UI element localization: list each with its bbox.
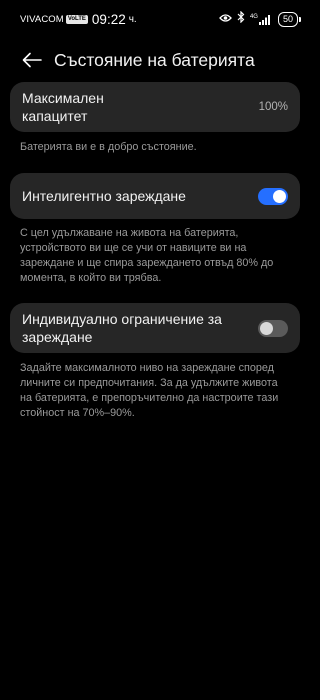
clock-suffix: ч. — [128, 13, 137, 25]
capacity-description: Батерията ви е в добро състояние. — [20, 141, 197, 153]
smart-charging-description: С цел удължаване на живота на батерията,… — [20, 227, 274, 284]
custom-limit-toggle[interactable] — [258, 319, 288, 337]
network-type-label: 4G — [249, 13, 258, 20]
signal-icon: 4G — [250, 14, 271, 25]
custom-limit-row[interactable]: Индивидуално ограничение за зареждане — [10, 303, 300, 353]
status-icons: 4G 50 — [219, 10, 302, 28]
eye-comfort-icon — [219, 10, 232, 28]
volte-badge: VoLTE — [65, 14, 88, 24]
capacity-label: Максимален капацитет — [22, 90, 104, 124]
custom-limit-label: Индивидуално ограничение за зареждане — [22, 311, 222, 345]
smart-charging-toggle[interactable] — [258, 187, 288, 205]
smart-charging-label: Интелигентно зареждане — [22, 188, 186, 204]
custom-limit-description: Задайте максималното ниво на зареждане с… — [20, 362, 279, 419]
back-button[interactable] — [18, 46, 46, 74]
page-header: Състояние на батерията — [0, 38, 310, 82]
smart-charging-row[interactable]: Интелигентно зареждане — [10, 173, 300, 219]
page-title: Състояние на батерията — [54, 49, 255, 70]
carrier-name: VIVACOM — [20, 13, 64, 25]
bluetooth-icon — [237, 10, 245, 28]
clock: 09:22 — [91, 11, 126, 27]
toggle-knob — [260, 321, 273, 335]
capacity-value: 100% — [258, 101, 288, 113]
capacity-card: Максимален капацитет 100% — [10, 82, 300, 132]
battery-indicator: 50 — [277, 11, 302, 27]
toggle-knob — [273, 189, 286, 203]
arrow-left-icon — [22, 52, 42, 68]
status-bar: VIVACOM VoLTE 09:22 ч. 4G 50 — [0, 0, 310, 38]
